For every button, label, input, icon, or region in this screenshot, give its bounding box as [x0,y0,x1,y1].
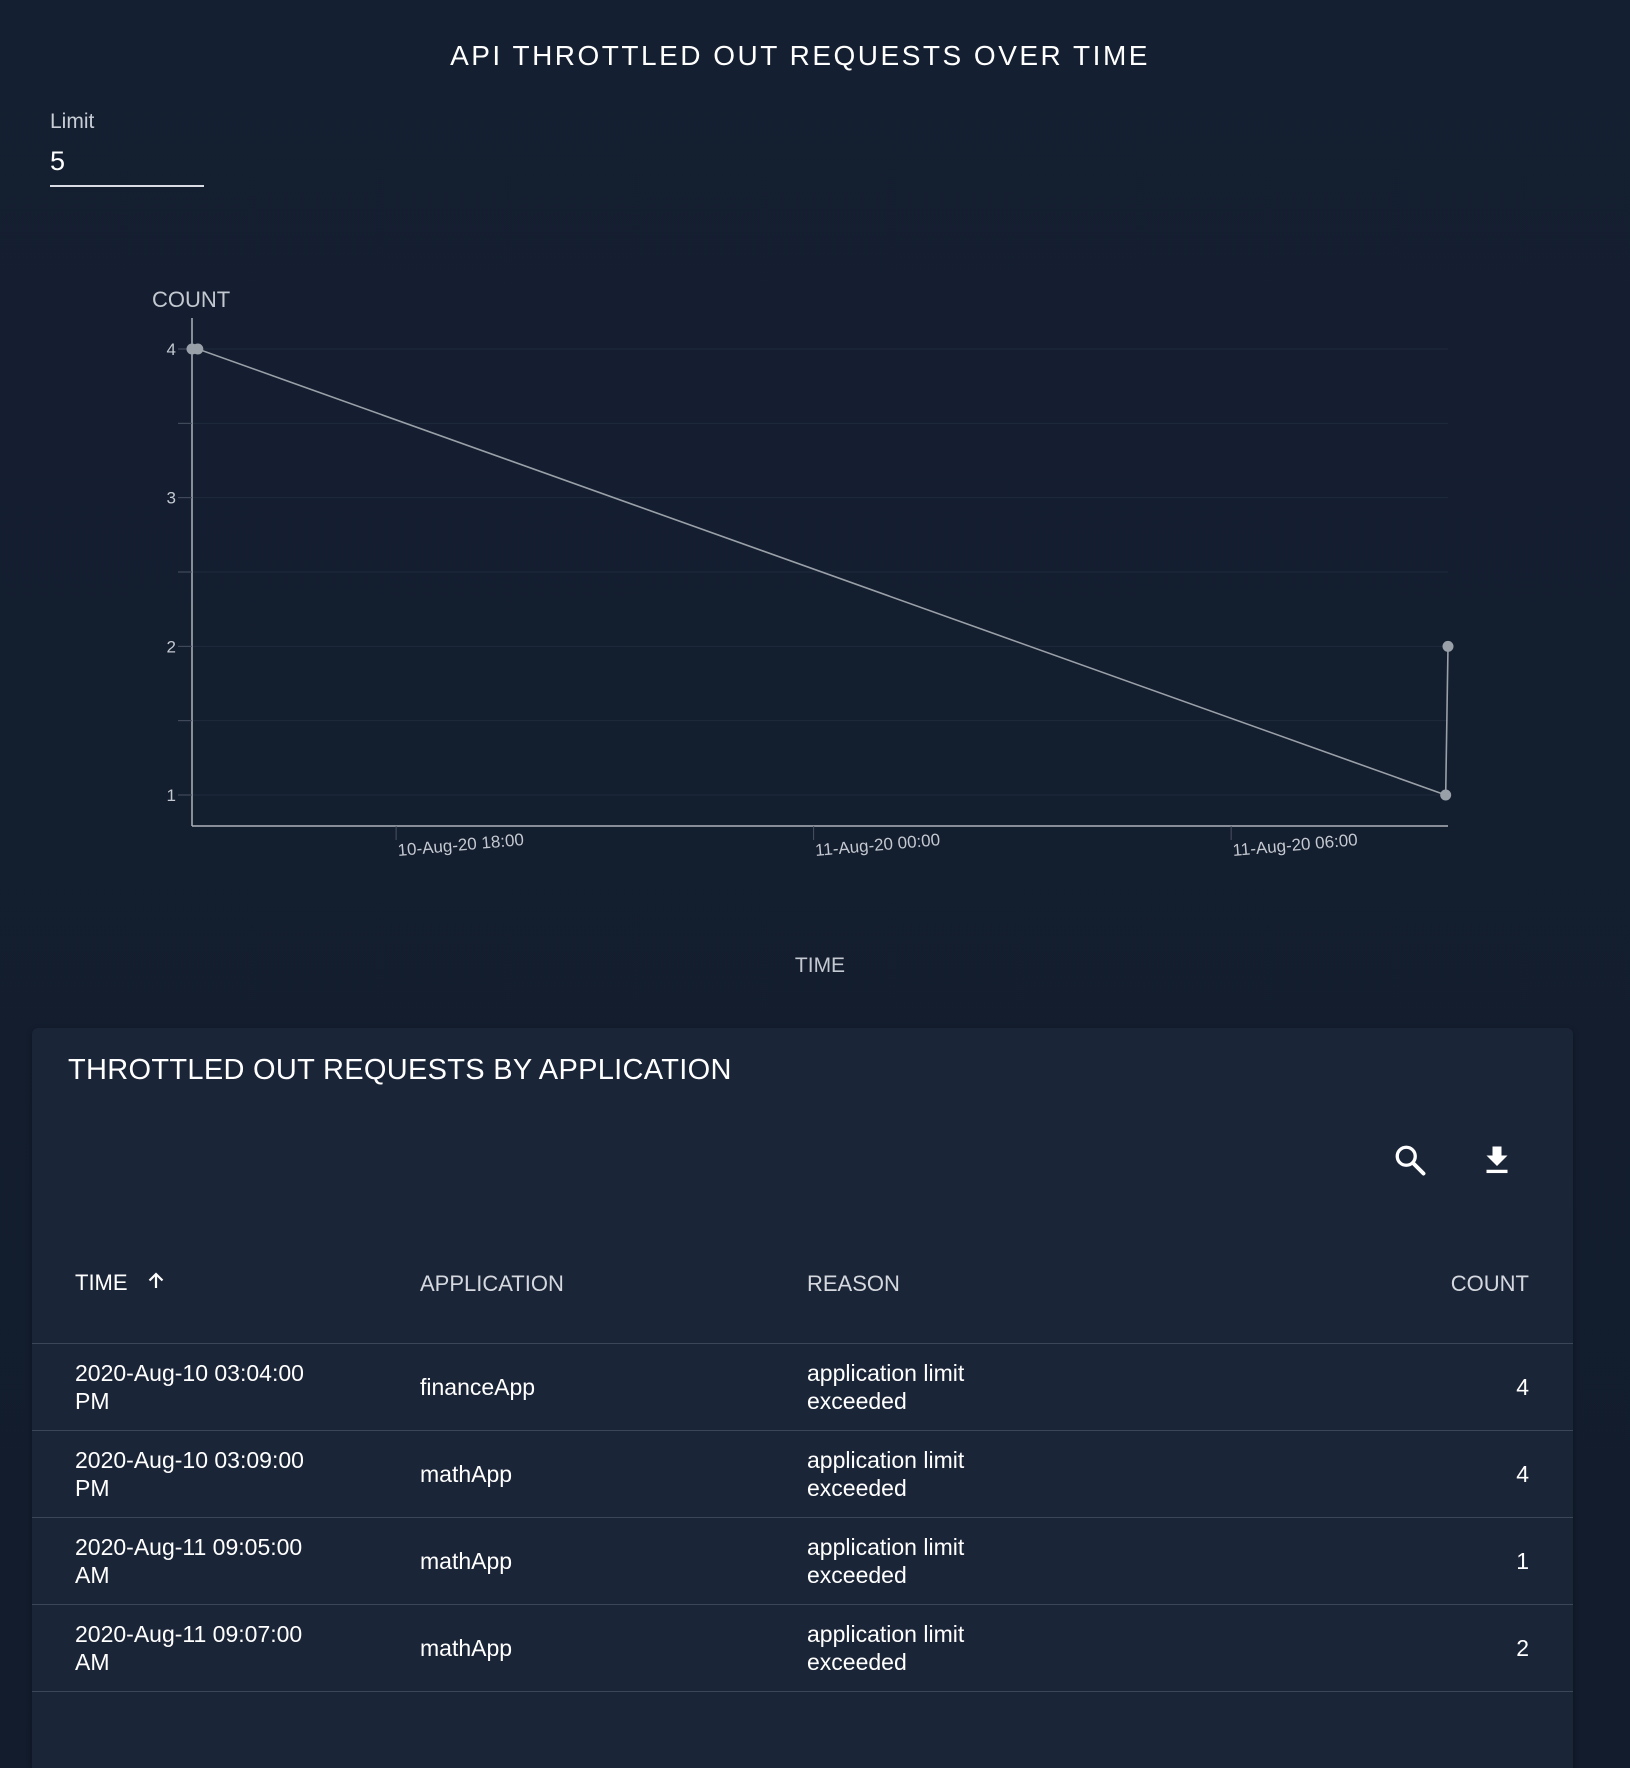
cell-reason-line1: application limit [807,1620,965,1647]
table-row: 2020-Aug-11 09:07:00 AM mathApp applicati… [32,1604,1573,1692]
search-icon[interactable] [1388,1138,1432,1182]
column-header-count[interactable]: COUNT [1108,1224,1573,1344]
x-tick-label: 11-Aug-20 06:00 [1232,830,1359,860]
throttled-requests-table-card: THROTTLED OUT REQUESTS BY APPLICATION TI… [32,1028,1573,1768]
cell-time: 2020-Aug-11 09:07:00 AM [32,1604,419,1692]
cell-count: 4 [1108,1430,1573,1518]
cell-reason-line1: application limit [807,1533,965,1560]
cell-time: 2020-Aug-11 09:05:00 AM [32,1517,419,1605]
y-tick-label: 3 [167,489,176,508]
y-axis-label: COUNT [152,287,230,312]
cell-time-ampm: PM [75,1475,110,1501]
data-point [1442,640,1454,652]
column-header-time-label: TIME [75,1269,128,1295]
cell-reason: application limit exceeded [806,1430,1108,1518]
download-icon[interactable] [1475,1138,1519,1182]
y-tick-label: 2 [167,637,176,656]
column-header-application[interactable]: APPLICATION [419,1224,806,1344]
cell-time: 2020-Aug-10 03:04:00 PM [32,1343,419,1431]
cell-time: 2020-Aug-10 03:09:00 PM [32,1430,419,1518]
cell-reason: application limit exceeded [806,1343,1108,1431]
limit-field: Limit [50,110,204,187]
column-header-time[interactable]: TIME [32,1224,419,1344]
cell-reason: application limit exceeded [806,1604,1108,1692]
cell-time-date: 2020-Aug-11 09:07:00 [75,1620,303,1647]
table-row: 2020-Aug-10 03:04:00 PM financeApp applic… [32,1343,1573,1431]
cell-reason-line1: application limit [807,1446,965,1473]
cell-application: mathApp [419,1517,806,1605]
cell-time-ampm: PM [75,1388,110,1414]
y-tick-label: 1 [167,786,176,805]
chart-ticks: 1 2 3 4 10-Aug-20 18:00 11-Aug-20 00:00 11-Aug… [167,340,1359,860]
x-tick-label: 11-Aug-20 00:00 [814,830,941,860]
arrow-up-icon[interactable] [146,1271,166,1297]
line-chart: 1 2 3 4 10-Aug-20 18:00 11-Aug-20 00:00 11-Aug… [152,287,1454,977]
cell-count: 2 [1108,1604,1573,1692]
cell-application: financeApp [419,1343,806,1431]
cell-reason: application limit exceeded [806,1517,1108,1605]
cell-reason-line1: application limit [807,1359,965,1386]
cell-reason-line2: exceeded [807,1475,907,1501]
y-tick-label: 4 [167,340,176,359]
table-row: 2020-Aug-11 09:05:00 AM mathApp applicati… [32,1517,1573,1605]
cell-time-date: 2020-Aug-10 03:09:00 [75,1446,304,1473]
cell-reason-line2: exceeded [807,1562,907,1588]
x-axis-label: TIME [795,954,845,977]
table-title: THROTTLED OUT REQUESTS BY APPLICATION [68,1054,732,1086]
chart-title: API THROTTLED OUT REQUESTS OVER TIME [450,40,1150,71]
cell-time-date: 2020-Aug-10 03:04:00 [75,1359,304,1386]
limit-input[interactable] [50,146,204,187]
column-header-reason[interactable]: REASON [806,1224,1108,1344]
table-empty-row [32,1691,1573,1768]
table-row: 2020-Aug-10 03:09:00 PM mathApp applicati… [32,1430,1573,1518]
cell-time-ampm: AM [75,1562,110,1588]
cell-count: 1 [1108,1517,1573,1605]
cell-time-date: 2020-Aug-11 09:05:00 [75,1533,303,1560]
throttled-requests-table: TIME APPLICATION REASON COUNT 2020-Aug-1… [32,1224,1573,1768]
x-tick-label: 10-Aug-20 18:00 [397,830,525,860]
data-point [192,343,204,355]
cell-count: 4 [1108,1343,1573,1431]
empty-cell [32,1691,1573,1768]
cell-reason-line2: exceeded [807,1649,907,1675]
data-point [1440,789,1452,801]
table-header-row: TIME APPLICATION REASON COUNT [32,1224,1573,1344]
cell-time-ampm: AM [75,1649,110,1675]
cell-application: mathApp [419,1604,806,1692]
dashboard-page: API THROTTLED OUT REQUESTS OVER TIME Lim… [0,0,1630,1768]
cell-application: mathApp [419,1430,806,1518]
cell-reason-line2: exceeded [807,1388,907,1414]
limit-label: Limit [50,110,95,133]
